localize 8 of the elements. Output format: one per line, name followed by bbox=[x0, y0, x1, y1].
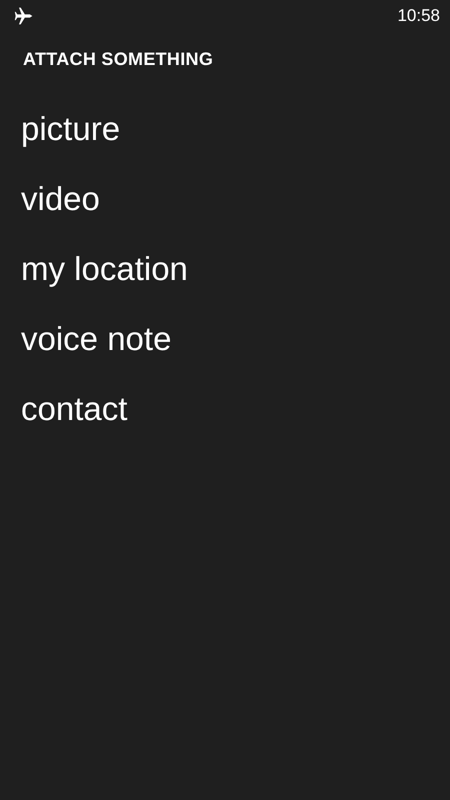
attach-option[interactable]: voice note bbox=[21, 304, 172, 374]
attach-option[interactable]: contact bbox=[21, 374, 128, 444]
attach-option[interactable]: picture bbox=[21, 94, 120, 164]
airplane-icon bbox=[14, 6, 34, 26]
clock-time: 10:58 bbox=[397, 6, 440, 26]
page-title: ATTACH SOMETHING bbox=[23, 49, 214, 70]
attach-option[interactable]: my location bbox=[21, 234, 188, 304]
attach-option[interactable]: video bbox=[21, 164, 100, 234]
